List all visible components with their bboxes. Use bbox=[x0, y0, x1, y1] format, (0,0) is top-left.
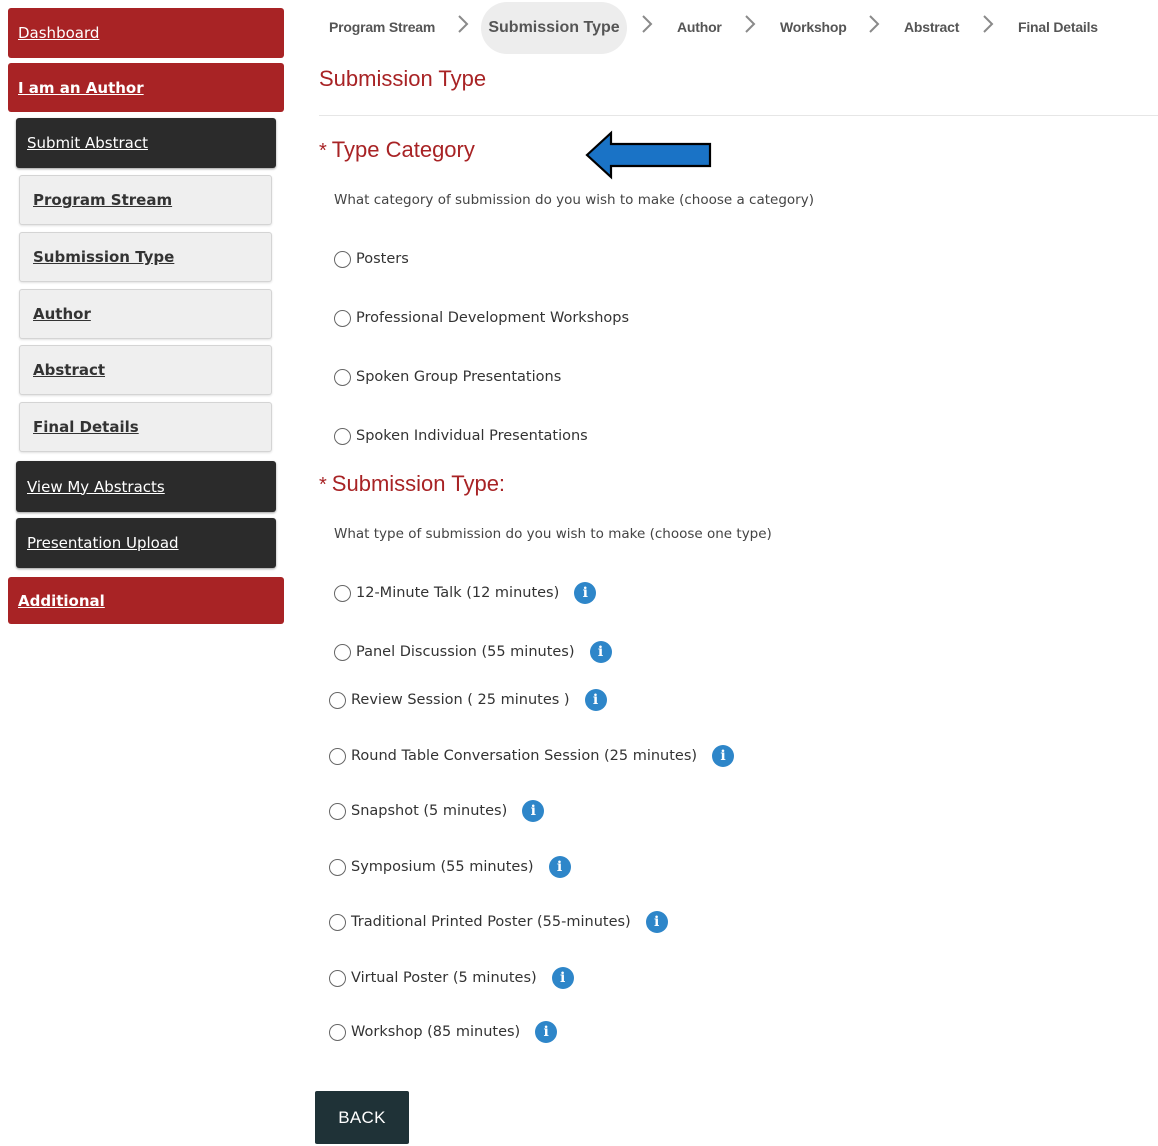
option-label: Professional Development Workshops bbox=[356, 310, 630, 326]
option-label: Round Table Conversation Session (25 min… bbox=[351, 748, 698, 764]
radio-button[interactable] bbox=[334, 368, 351, 386]
required-marker: * bbox=[319, 474, 327, 496]
option-label: Posters bbox=[356, 251, 409, 267]
sidebar-item-additional[interactable]: Additional bbox=[8, 577, 284, 624]
sidebar-item-dashboard[interactable]: Dashboard bbox=[8, 8, 284, 58]
breadcrumb-author[interactable]: Author bbox=[677, 0, 722, 54]
option-label: 12-Minute Talk (12 minutes) bbox=[356, 585, 560, 601]
radio-button[interactable] bbox=[329, 969, 346, 987]
sidebar-item-submission-type[interactable]: Submission Type bbox=[19, 232, 272, 282]
sidebar-item-view-my-abstracts[interactable]: View My Abstracts bbox=[16, 461, 276, 512]
radio-button[interactable] bbox=[329, 747, 346, 765]
submission-type-heading: * Submission Type: bbox=[319, 471, 505, 497]
info-icon[interactable]: i bbox=[584, 689, 607, 711]
breadcrumb-submission-type[interactable]: Submission Type bbox=[481, 2, 627, 54]
info-icon[interactable]: i bbox=[589, 641, 612, 663]
divider bbox=[319, 115, 1158, 116]
back-button[interactable]: BACK bbox=[315, 1091, 409, 1144]
option-label: Spoken Group Presentations bbox=[356, 369, 562, 385]
chevron-right-icon bbox=[983, 15, 994, 33]
category-option-professional-development-workshops[interactable]: Professional Development Workshops bbox=[334, 307, 629, 329]
info-icon[interactable]: i bbox=[535, 1021, 558, 1043]
option-label: Panel Discussion (55 minutes) bbox=[356, 644, 575, 660]
page-title: Submission Type bbox=[319, 66, 487, 91]
sidebar-item-presentation-upload[interactable]: Presentation Upload bbox=[16, 518, 276, 568]
radio-button[interactable] bbox=[334, 643, 351, 661]
info-icon[interactable]: i bbox=[548, 856, 571, 878]
chevron-right-icon bbox=[745, 15, 756, 33]
info-icon[interactable]: i bbox=[645, 911, 668, 933]
breadcrumb-program-stream[interactable]: Program Stream bbox=[329, 0, 435, 54]
info-icon[interactable]: i bbox=[522, 800, 545, 822]
type-option-symposium[interactable]: Symposium (55 minutes) i bbox=[329, 856, 571, 878]
sidebar-item-i-am-an-author[interactable]: I am an Author bbox=[8, 63, 284, 112]
option-label: Virtual Poster (5 minutes) bbox=[351, 970, 537, 986]
type-option-review-session[interactable]: Review Session ( 25 minutes ) i bbox=[329, 689, 607, 711]
category-option-spoken-group-presentations[interactable]: Spoken Group Presentations bbox=[334, 366, 561, 388]
sidebar-item-final-details[interactable]: Final Details bbox=[19, 402, 272, 452]
sidebar-item-author[interactable]: Author bbox=[19, 289, 272, 339]
chevron-right-icon bbox=[869, 15, 880, 33]
option-label: Traditional Printed Poster (55-minutes) bbox=[351, 914, 631, 930]
breadcrumb-abstract[interactable]: Abstract bbox=[904, 0, 959, 54]
type-option-panel-discussion[interactable]: Panel Discussion (55 minutes) i bbox=[334, 641, 612, 663]
breadcrumb-final-details[interactable]: Final Details bbox=[1018, 0, 1098, 54]
info-icon[interactable]: i bbox=[551, 967, 574, 989]
info-icon[interactable]: i bbox=[712, 745, 735, 767]
option-label: Snapshot (5 minutes) bbox=[351, 803, 508, 819]
type-category-title: Type Category bbox=[331, 137, 475, 162]
submission-type-title: Submission Type: bbox=[331, 471, 506, 496]
required-marker: * bbox=[319, 140, 327, 162]
radio-button[interactable] bbox=[334, 584, 351, 602]
category-option-spoken-individual-presentations[interactable]: Spoken Individual Presentations bbox=[334, 425, 588, 447]
radio-button[interactable] bbox=[329, 691, 346, 709]
option-label: Spoken Individual Presentations bbox=[356, 428, 588, 444]
submission-type-description: What type of submission do you wish to m… bbox=[334, 526, 772, 542]
radio-button[interactable] bbox=[329, 913, 346, 931]
type-option-snapshot[interactable]: Snapshot (5 minutes) i bbox=[329, 800, 545, 822]
type-category-description: What category of submission do you wish … bbox=[334, 192, 814, 208]
arrow-left-icon bbox=[585, 130, 712, 180]
radio-button[interactable] bbox=[334, 427, 351, 445]
breadcrumb-workshop[interactable]: Workshop bbox=[780, 0, 847, 54]
radio-button[interactable] bbox=[329, 858, 346, 876]
type-option-virtual-poster[interactable]: Virtual Poster (5 minutes) i bbox=[329, 967, 574, 989]
option-label: Workshop (85 minutes) bbox=[351, 1024, 521, 1040]
chevron-right-icon bbox=[642, 15, 653, 33]
sidebar-item-abstract[interactable]: Abstract bbox=[19, 345, 272, 395]
type-option-traditional-printed-poster[interactable]: Traditional Printed Poster (55-minutes) i bbox=[329, 911, 668, 933]
type-category-heading: * Type Category bbox=[319, 137, 475, 163]
type-option-workshop[interactable]: Workshop (85 minutes) i bbox=[329, 1021, 558, 1043]
radio-button[interactable] bbox=[329, 1023, 346, 1041]
sidebar-item-program-stream[interactable]: Program Stream bbox=[19, 175, 272, 225]
type-option-12-minute-talk[interactable]: 12-Minute Talk (12 minutes) i bbox=[334, 582, 597, 604]
radio-button[interactable] bbox=[329, 802, 346, 820]
type-option-round-table-conversation[interactable]: Round Table Conversation Session (25 min… bbox=[329, 745, 735, 767]
sidebar-item-submit-abstract[interactable]: Submit Abstract bbox=[16, 118, 276, 168]
chevron-right-icon bbox=[458, 15, 469, 33]
info-icon[interactable]: i bbox=[574, 582, 597, 604]
radio-button[interactable] bbox=[334, 250, 351, 268]
option-label: Review Session ( 25 minutes ) bbox=[351, 692, 570, 708]
radio-button[interactable] bbox=[334, 309, 351, 327]
option-label: Symposium (55 minutes) bbox=[351, 859, 534, 875]
category-option-posters[interactable]: Posters bbox=[334, 248, 409, 270]
